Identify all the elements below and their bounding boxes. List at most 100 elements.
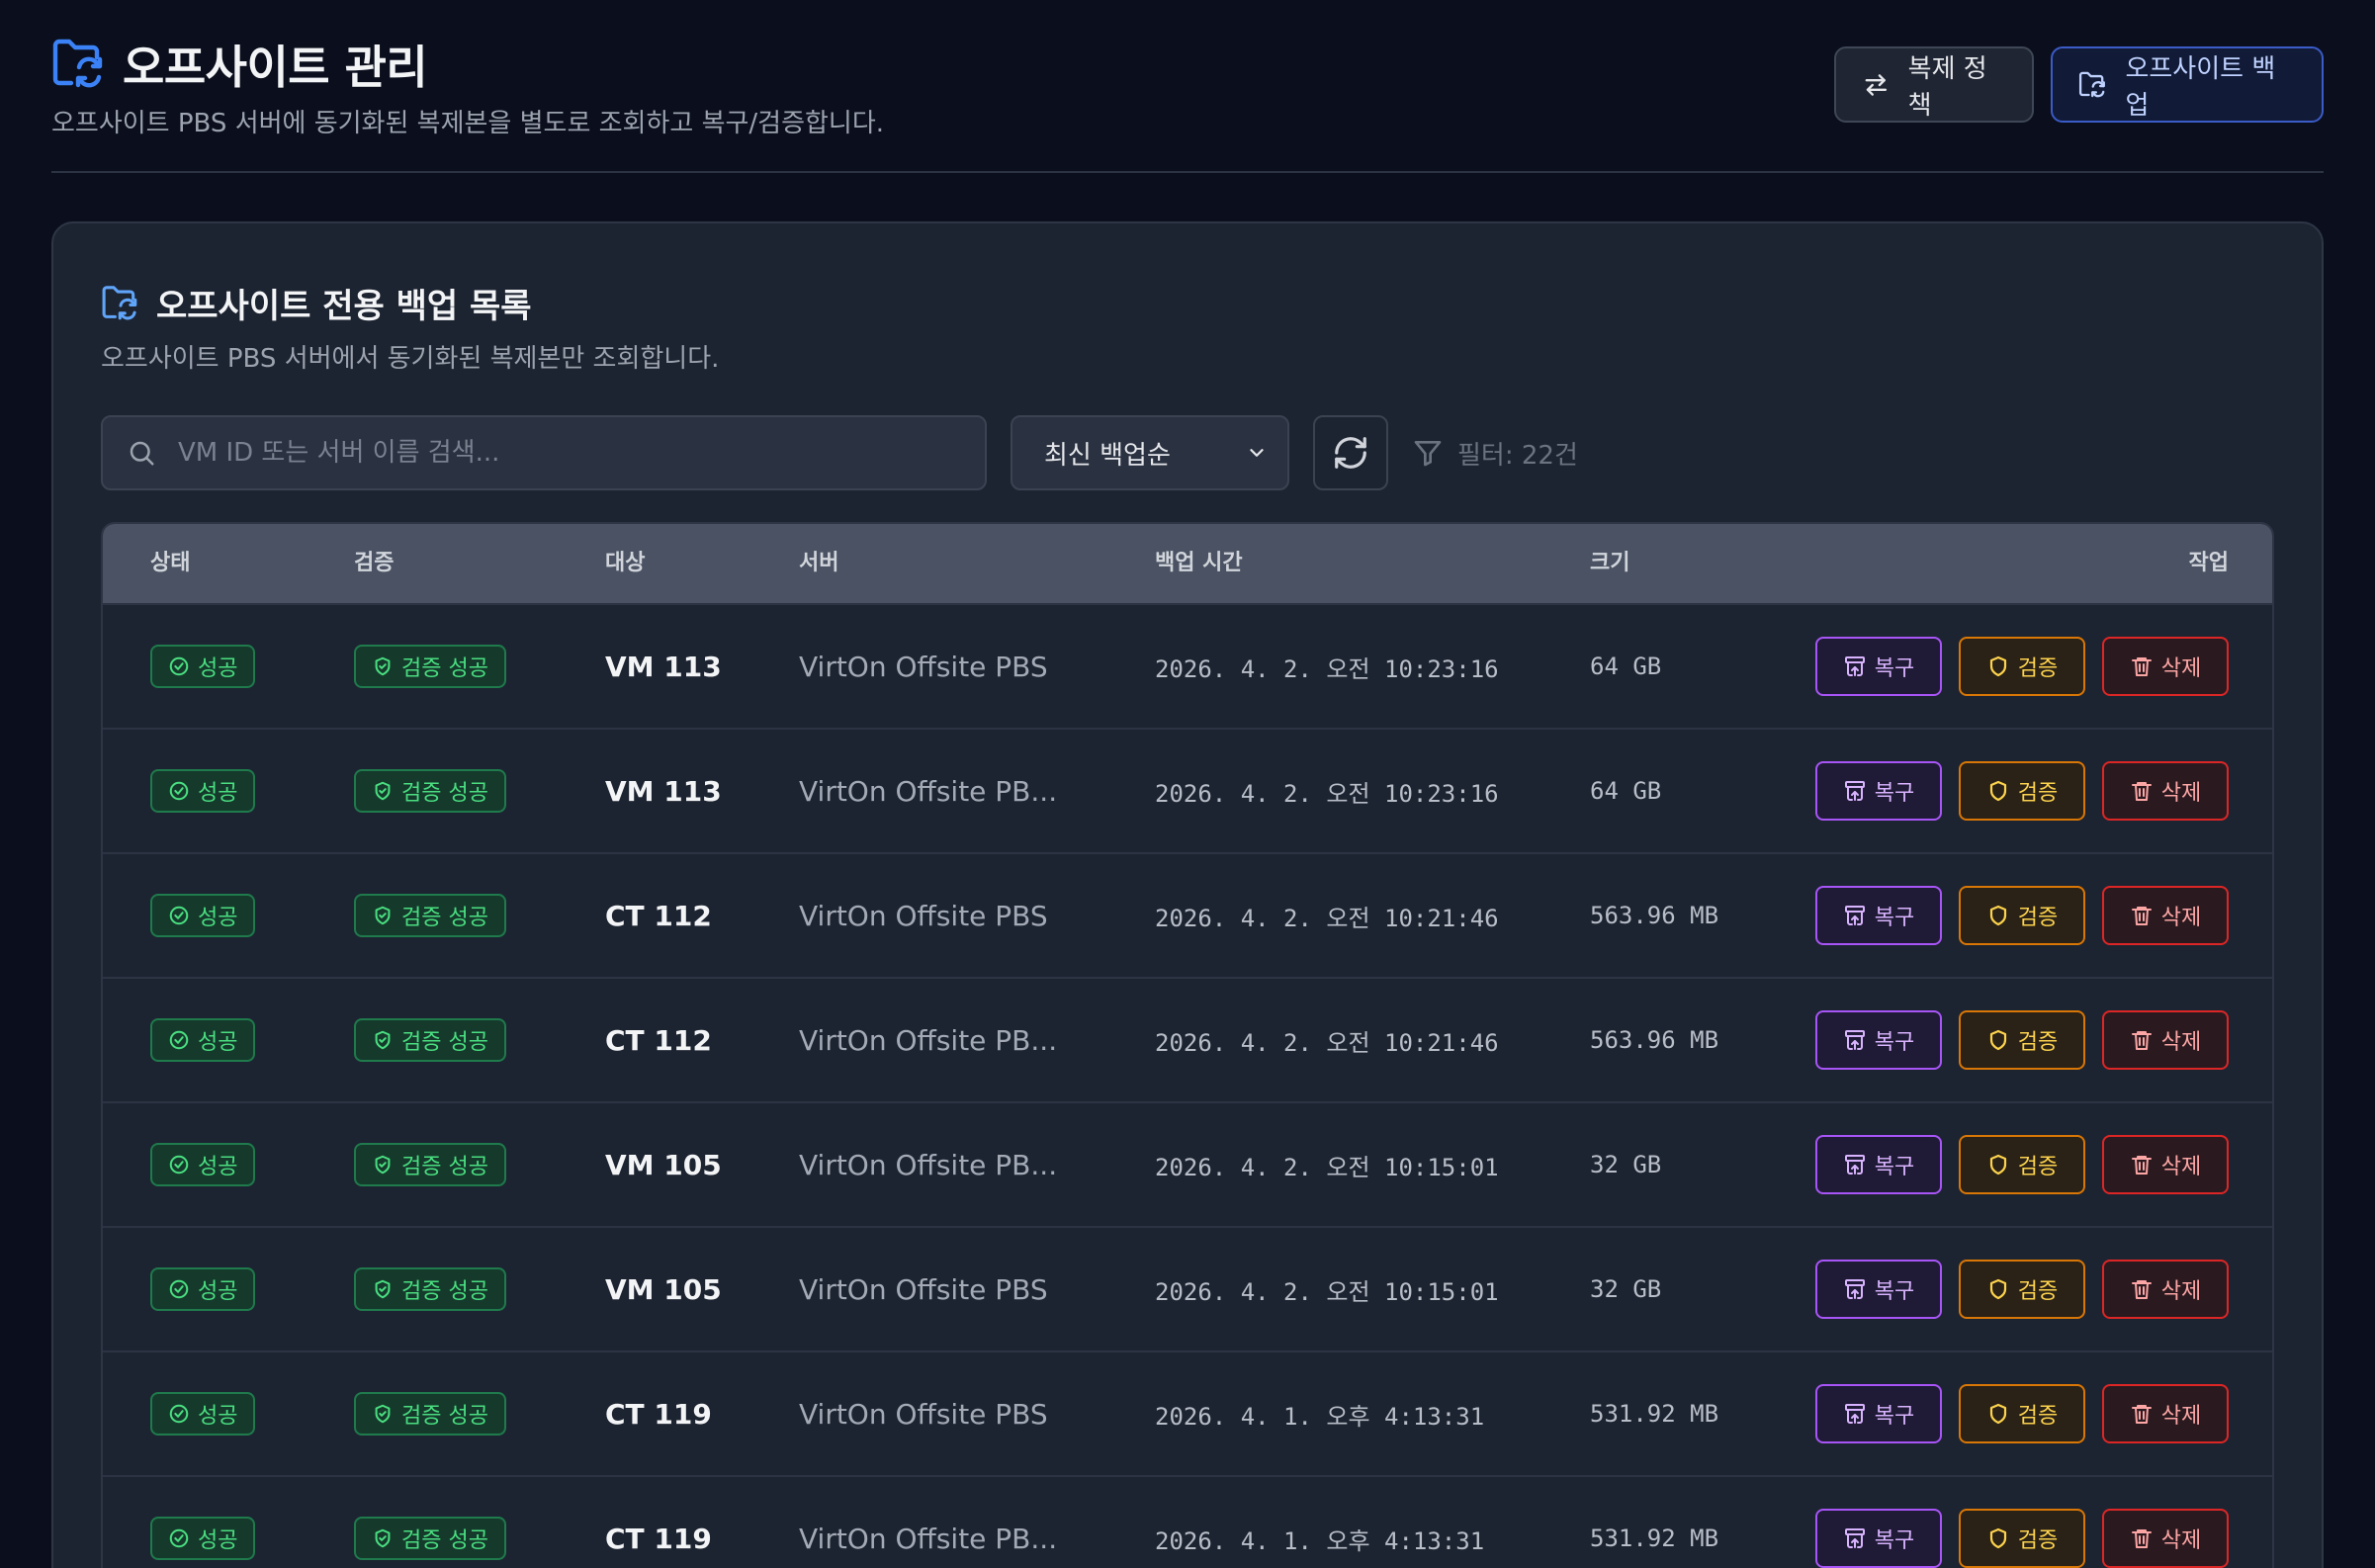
verify-text: 검증 성공	[401, 1404, 488, 1429]
backup-time: 2026. 4. 2. 오전 10:21:46	[1155, 904, 1499, 932]
title-row: 오프사이트 관리	[51, 32, 428, 97]
replication-policy-button[interactable]: 복제 정책	[1834, 46, 2034, 123]
status-badge: 성공	[150, 894, 256, 937]
shield-check-icon	[375, 656, 391, 676]
restore-label: 복구	[1874, 781, 1915, 806]
restore-label: 복구	[1874, 1155, 1915, 1179]
delete-button[interactable]: 삭제	[2102, 1260, 2229, 1319]
backup-time: 2026. 4. 2. 오전 10:23:16	[1155, 779, 1499, 808]
shield-check-icon	[375, 781, 391, 801]
offsite-backup-button[interactable]: 오프사이트 백업	[2051, 46, 2324, 123]
check-circle-icon	[169, 1404, 189, 1424]
shield-check-icon	[375, 1528, 391, 1548]
delete-label: 삭제	[2160, 1030, 2202, 1055]
delete-button[interactable]: 삭제	[2102, 886, 2229, 945]
verify-text: 검증 성공	[401, 1279, 488, 1304]
table-row: 성공 검증 성공 CT 119 VirtOn Offsite PB... 202…	[103, 1475, 2272, 1568]
status-cell: 성공	[150, 854, 256, 977]
verify-button[interactable]: 검증	[1959, 761, 2085, 821]
archive-restore-icon	[1844, 1404, 1865, 1424]
archive-restore-icon	[1844, 906, 1865, 925]
restore-button[interactable]: 복구	[1815, 1135, 1942, 1194]
backup-size: 64 GB	[1590, 777, 1662, 805]
verify-badge: 검증 성공	[354, 1392, 506, 1436]
archive-restore-icon	[1844, 656, 1865, 676]
row-actions: 복구 검증 삭제	[1815, 1103, 2229, 1226]
row-actions: 복구 검증 삭제	[1815, 605, 2229, 728]
filter-icon	[1414, 441, 1442, 467]
status-text: 성공	[198, 656, 238, 681]
search-input[interactable]	[178, 438, 985, 468]
trash-icon	[2131, 1031, 2152, 1050]
verify-button[interactable]: 검증	[1959, 1260, 2085, 1319]
table-row: 성공 검증 성공 CT 112 VirtOn Offsite PB... 202…	[103, 977, 2272, 1101]
trash-icon	[2131, 657, 2152, 676]
verify-cell: 검증 성공	[354, 1103, 506, 1226]
status-badge: 성공	[150, 1517, 256, 1560]
verify-text: 검증 성공	[401, 781, 488, 806]
verify-cell: 검증 성공	[354, 730, 506, 852]
row-actions: 복구 검증 삭제	[1815, 1352, 2229, 1475]
restore-button[interactable]: 복구	[1815, 1384, 1942, 1443]
status-badge: 성공	[150, 1267, 256, 1311]
verify-badge: 검증 성공	[354, 769, 506, 813]
verify-text: 검증 성공	[401, 1528, 488, 1553]
verify-label: 검증	[2017, 1528, 2059, 1553]
column-target: 대상	[605, 551, 646, 575]
backup-table: 상태 검증 대상 서버 백업 시간 크기 작업 성공 검증 성공 VM 113 …	[101, 522, 2274, 1568]
restore-button[interactable]: 복구	[1815, 637, 1942, 696]
verify-label: 검증	[2017, 1279, 2059, 1304]
search-box[interactable]	[101, 415, 987, 490]
delete-button[interactable]: 삭제	[2102, 761, 2229, 821]
verify-label: 검증	[2017, 1404, 2059, 1429]
shield-icon	[1989, 1029, 2006, 1051]
table-row: 성공 검증 성공 VM 113 VirtOn Offsite PB... 202…	[103, 728, 2272, 852]
page-header: 오프사이트 관리 오프사이트 PBS 서버에 동기화된 복제본을 별도로 조회하…	[51, 0, 2324, 173]
chevron-down-icon	[1250, 449, 1264, 457]
verify-button[interactable]: 검증	[1959, 1509, 2085, 1568]
server-name: VirtOn Offsite PBS	[799, 1272, 1048, 1306]
status-badge: 성공	[150, 645, 256, 688]
restore-button[interactable]: 복구	[1815, 1010, 1942, 1070]
restore-button[interactable]: 복구	[1815, 886, 1942, 945]
restore-button[interactable]: 복구	[1815, 1509, 1942, 1568]
target-name: VM 105	[605, 1272, 722, 1306]
archive-restore-icon	[1844, 781, 1865, 801]
search-icon	[130, 441, 154, 466]
sort-select[interactable]: 최신 백업순	[1011, 415, 1289, 490]
status-text: 성공	[198, 906, 238, 930]
table-row: 성공 검증 성공 VM 105 VirtOn Offsite PBS 2026.…	[103, 1226, 2272, 1350]
verify-button[interactable]: 검증	[1959, 1384, 2085, 1443]
restore-button[interactable]: 복구	[1815, 761, 1942, 821]
status-cell: 성공	[150, 730, 256, 852]
verify-button[interactable]: 검증	[1959, 637, 2085, 696]
swap-arrows-icon	[1865, 73, 1888, 96]
header-actions: 복제 정책 오프사이트 백업	[1834, 46, 2324, 123]
verify-badge: 검증 성공	[354, 894, 506, 937]
archive-restore-icon	[1844, 1279, 1865, 1299]
verify-cell: 검증 성공	[354, 1477, 506, 1568]
delete-button[interactable]: 삭제	[2102, 1135, 2229, 1194]
shield-icon	[1989, 780, 2006, 802]
offsite-backup-label: 오프사이트 백업	[2125, 53, 2276, 121]
delete-label: 삭제	[2160, 656, 2202, 681]
backup-time: 2026. 4. 2. 오전 10:15:01	[1155, 1153, 1499, 1181]
server-name: VirtOn Offsite PBS	[799, 650, 1048, 683]
restore-label: 복구	[1874, 1528, 1915, 1553]
row-actions: 복구 검증 삭제	[1815, 1477, 2229, 1568]
delete-button[interactable]: 삭제	[2102, 1384, 2229, 1443]
verify-button[interactable]: 검증	[1959, 1010, 2085, 1070]
restore-label: 복구	[1874, 1279, 1915, 1304]
shield-icon	[1989, 905, 2006, 926]
row-actions: 복구 검증 삭제	[1815, 854, 2229, 977]
restore-button[interactable]: 복구	[1815, 1260, 1942, 1319]
archive-restore-icon	[1844, 1030, 1865, 1050]
delete-button[interactable]: 삭제	[2102, 637, 2229, 696]
status-cell: 성공	[150, 1477, 256, 1568]
verify-button[interactable]: 검증	[1959, 1135, 2085, 1194]
verify-text: 검증 성공	[401, 656, 488, 681]
refresh-button[interactable]	[1313, 415, 1388, 490]
delete-button[interactable]: 삭제	[2102, 1509, 2229, 1568]
verify-button[interactable]: 검증	[1959, 886, 2085, 945]
delete-button[interactable]: 삭제	[2102, 1010, 2229, 1070]
